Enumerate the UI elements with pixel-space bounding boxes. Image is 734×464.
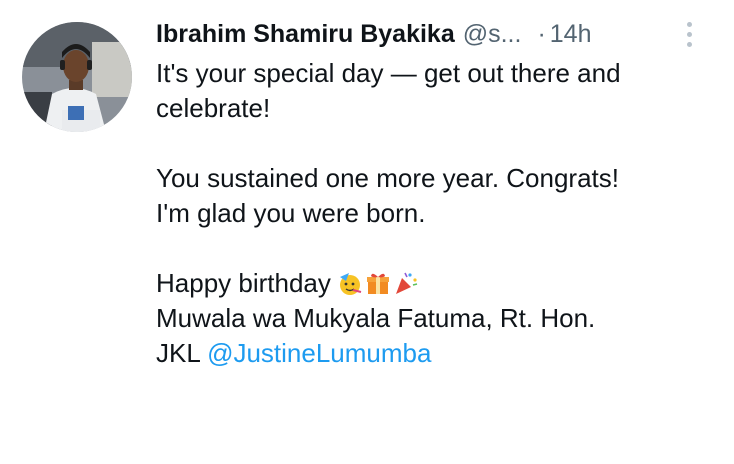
more-options-icon[interactable] bbox=[682, 20, 698, 50]
time-separator: · bbox=[537, 20, 546, 48]
tweet-text: It's your special day — get out there an… bbox=[156, 56, 722, 371]
tweet-text-line: I'm glad you were born. bbox=[156, 198, 426, 228]
tweet-text-line: It's your special day — get out there an… bbox=[156, 58, 621, 88]
party-popper-icon bbox=[395, 272, 418, 294]
author-name[interactable]: Ibrahim Shamiru Byakika bbox=[156, 14, 455, 54]
tweet-card[interactable]: Ibrahim Shamiru Byakika @s... · 14h It's… bbox=[0, 0, 734, 464]
tweet-text-line: Muwala wa Mukyala Fatuma, Rt. Hon. bbox=[156, 303, 596, 333]
tweet-text-segment: JKL bbox=[156, 338, 200, 368]
avatar[interactable] bbox=[22, 22, 132, 132]
tweet-text-line: You sustained one more year. Congrats! bbox=[156, 163, 619, 193]
tweet-timestamp[interactable]: 14h bbox=[550, 14, 592, 54]
tweet-text-line-with-emoji: Happy birthday bbox=[156, 266, 722, 301]
author-handle[interactable]: @s... bbox=[463, 14, 522, 54]
partying-face-icon bbox=[339, 273, 362, 295]
gift-icon bbox=[366, 273, 389, 294]
avatar-photo bbox=[22, 22, 132, 132]
tweet-text-line-with-mention: JKL @JustineLumumba bbox=[156, 336, 722, 371]
tweet-text-segment: Happy birthday bbox=[156, 268, 331, 298]
tweet-text-line: celebrate! bbox=[156, 93, 271, 123]
mention-link[interactable]: @JustineLumumba bbox=[207, 338, 431, 368]
tweet-header: Ibrahim Shamiru Byakika @s... · 14h bbox=[156, 14, 716, 54]
